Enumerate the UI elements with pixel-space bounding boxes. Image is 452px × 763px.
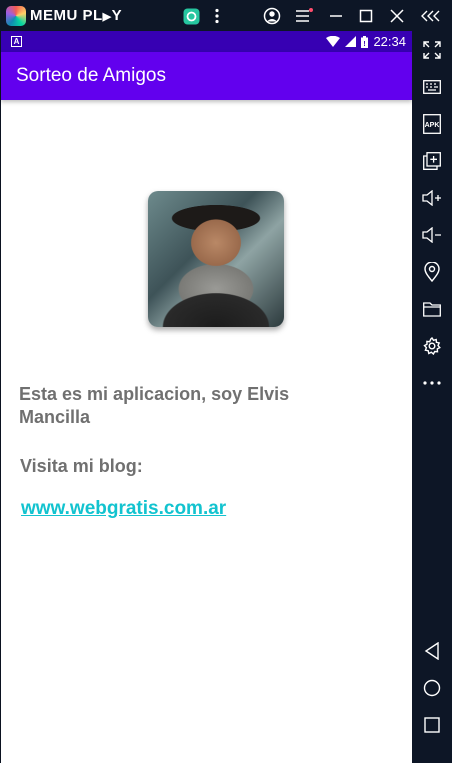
svg-text:!: !: [364, 41, 366, 48]
emulator-toolbar: APK: [412, 31, 452, 763]
memu-logo: MEMU PL▶Y: [6, 5, 123, 26]
multi-window-icon[interactable]: [412, 142, 452, 179]
close-icon[interactable]: [387, 6, 407, 26]
fullscreen-icon[interactable]: [412, 31, 452, 68]
collapse-panel-icon[interactable]: [421, 6, 441, 26]
android-screen: A ! 22:34 Sorteo de Amigos Esta es mi ap…: [0, 31, 412, 763]
app-bar: Sorteo de Amigos: [1, 52, 412, 100]
blog-label: Visita mi blog:: [20, 456, 143, 476]
minimize-icon[interactable]: [326, 6, 346, 26]
app-store-icon[interactable]: [181, 6, 201, 26]
maximize-icon[interactable]: [356, 6, 376, 26]
volume-down-icon[interactable]: [412, 216, 452, 253]
home-icon[interactable]: [412, 669, 452, 706]
notification-badge: A: [11, 36, 22, 47]
menu-icon[interactable]: [294, 6, 314, 26]
emulator-title-bar: MEMU PL▶Y: [0, 0, 452, 31]
kebab-menu-icon[interactable]: [207, 6, 227, 26]
status-time: 22:34: [373, 34, 406, 49]
more-icon[interactable]: [412, 364, 452, 401]
app-title: Sorteo de Amigos: [16, 65, 166, 86]
recents-icon[interactable]: [412, 706, 452, 743]
apk-label: APK: [425, 122, 440, 129]
emulator-title: MEMU PL▶Y: [30, 7, 123, 24]
back-icon[interactable]: [412, 632, 452, 669]
volume-up-icon[interactable]: [412, 179, 452, 216]
memu-logo-icon: [6, 5, 26, 26]
keyboard-icon[interactable]: [412, 68, 452, 105]
cell-signal-icon: [345, 36, 357, 47]
intro-text: Esta es mi aplicacion, soy Elvis Mancill…: [19, 384, 290, 427]
blog-link[interactable]: www.webgratis.com.ar: [21, 498, 226, 520]
folder-icon[interactable]: [412, 290, 452, 327]
profile-photo: [148, 191, 284, 327]
location-icon[interactable]: [412, 253, 452, 290]
apk-icon[interactable]: APK: [412, 105, 452, 142]
account-icon[interactable]: [262, 6, 282, 26]
settings-icon[interactable]: [412, 327, 452, 364]
status-bar: A ! 22:34: [1, 31, 412, 52]
wifi-icon: [326, 36, 341, 47]
battery-icon: !: [361, 35, 369, 48]
